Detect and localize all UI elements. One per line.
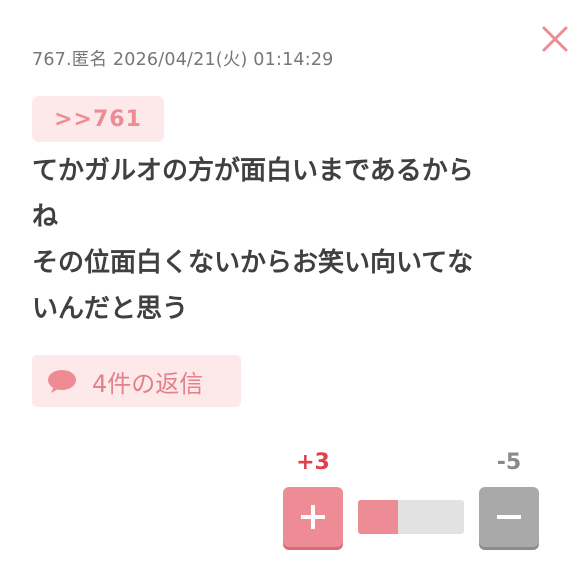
minus-icon [497, 515, 521, 519]
minus-vote-button[interactable] [479, 487, 539, 547]
comment-body: てかガルオの方が面白いまであるから ね その位面白くないからお笑い向いてな いん… [32, 148, 552, 332]
plus-icon [301, 505, 325, 529]
comment-line: その位面白くないからお笑い向いてな [32, 248, 474, 278]
plus-vote-button[interactable] [283, 487, 343, 547]
comment-line: てかガルオの方が面白いまであるから [32, 156, 474, 186]
vote-ratio-fill [358, 500, 398, 534]
anchor-link[interactable]: >>761 [32, 96, 164, 142]
comment-line: ね [32, 202, 59, 232]
close-icon[interactable] [540, 24, 570, 54]
vote-ratio-bar [358, 500, 464, 534]
comment-panel: 767.匿名 2026/04/21(火) 01:14:29 >>761 てかガル… [0, 0, 586, 588]
replies-label: 4件の返信 [92, 369, 204, 398]
minus-count: -5 [496, 450, 522, 475]
speech-bubble-icon [48, 370, 76, 393]
plus-count: +3 [296, 450, 330, 475]
replies-button[interactable]: 4件の返信 [32, 355, 241, 407]
comment-line: いんだと思う [32, 294, 189, 324]
comment-meta: 767.匿名 2026/04/21(火) 01:14:29 [32, 50, 334, 70]
